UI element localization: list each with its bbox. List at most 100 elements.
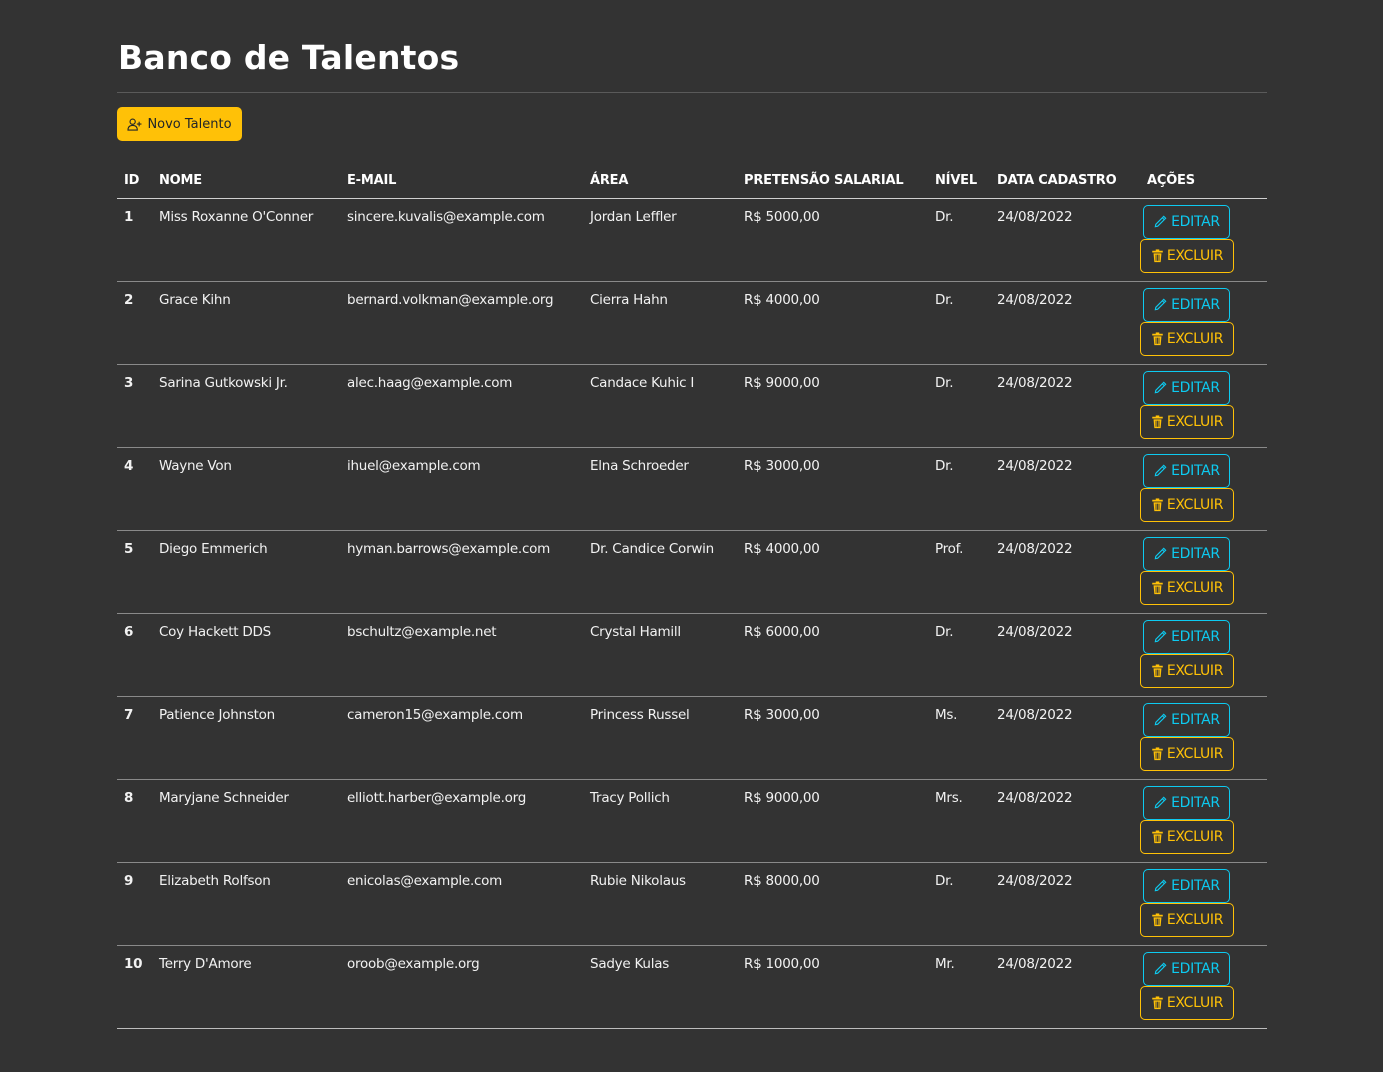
pencil-icon <box>1153 795 1168 810</box>
edit-button[interactable]: EDITAR <box>1143 619 1230 654</box>
header-salario: PRETENSÃO SALARIAL <box>737 163 928 199</box>
pencil-icon <box>1153 629 1168 644</box>
delete-button-label: EXCLUIR <box>1166 662 1224 679</box>
delete-button[interactable]: EXCLUIR <box>1140 487 1234 522</box>
delete-button[interactable]: EXCLUIR <box>1140 736 1234 771</box>
delete-button[interactable]: EXCLUIR <box>1140 238 1234 273</box>
cell-salario: R$ 1000,00 <box>737 945 928 1029</box>
delete-button-label: EXCLUIR <box>1166 911 1224 928</box>
talents-table: ID NOME E-MAIL ÁREA PRETENSÃO SALARIAL NÍVEL D… <box>117 163 1267 1029</box>
trash-icon <box>1151 995 1164 1010</box>
cell-data: 24/08/2022 <box>990 696 1140 780</box>
table-row: 6 Coy Hackett DDS bschultz@example.net Crys… <box>117 613 1267 697</box>
edit-button[interactable]: EDITAR <box>1143 204 1230 239</box>
table-row: 5 Diego Emmerich hyman.barrows@example.com… <box>117 530 1267 614</box>
edit-button[interactable]: EDITAR <box>1143 287 1230 322</box>
cell-area: Crystal Hamill <box>583 613 737 697</box>
cell-email: bernard.volkman@example.org <box>340 281 583 365</box>
edit-button[interactable]: EDITAR <box>1143 370 1230 405</box>
delete-button-label: EXCLUIR <box>1166 330 1224 347</box>
cell-email: oroob@example.org <box>340 945 583 1029</box>
cell-area: Tracy Pollich <box>583 779 737 863</box>
edit-button-label: EDITAR <box>1171 545 1220 562</box>
edit-button[interactable]: EDITAR <box>1143 951 1230 986</box>
trash-icon <box>1151 746 1164 761</box>
cell-actions: EDITAR EXCLUIR <box>1140 945 1267 1029</box>
delete-button-label: EXCLUIR <box>1166 579 1224 596</box>
cell-nivel: Dr. <box>928 281 990 365</box>
delete-button-label: EXCLUIR <box>1166 745 1224 762</box>
table-row: 1 Miss Roxanne O'Conner sincere.kuvalis@ex… <box>117 198 1267 282</box>
cell-actions: EDITAR EXCLUIR <box>1140 530 1267 614</box>
cell-id: 6 <box>117 613 152 697</box>
delete-button[interactable]: EXCLUIR <box>1140 404 1234 439</box>
cell-email: enicolas@example.com <box>340 862 583 946</box>
edit-button[interactable]: EDITAR <box>1143 536 1230 571</box>
cell-salario: R$ 4000,00 <box>737 281 928 365</box>
cell-area: Dr. Candice Corwin <box>583 530 737 614</box>
cell-salario: R$ 6000,00 <box>737 613 928 697</box>
edit-button-label: EDITAR <box>1171 960 1220 977</box>
cell-nome: Terry D'Amore <box>152 945 340 1029</box>
cell-nivel: Prof. <box>928 530 990 614</box>
cell-actions: EDITAR EXCLUIR <box>1140 613 1267 697</box>
pencil-icon <box>1153 878 1168 893</box>
trash-icon <box>1151 497 1164 512</box>
delete-button-label: EXCLUIR <box>1166 413 1224 430</box>
delete-button[interactable]: EXCLUIR <box>1140 653 1234 688</box>
edit-button[interactable]: EDITAR <box>1143 785 1230 820</box>
cell-email: elliott.harber@example.org <box>340 779 583 863</box>
cell-area: Jordan Leffler <box>583 198 737 282</box>
edit-button-label: EDITAR <box>1171 462 1220 479</box>
delete-button[interactable]: EXCLUIR <box>1140 321 1234 356</box>
edit-button-label: EDITAR <box>1171 794 1220 811</box>
cell-actions: EDITAR EXCLUIR <box>1140 198 1267 282</box>
table-row: 10 Terry D'Amore oroob@example.org Sadye Ku… <box>117 945 1267 1029</box>
cell-salario: R$ 8000,00 <box>737 862 928 946</box>
cell-salario: R$ 9000,00 <box>737 779 928 863</box>
header-area: ÁREA <box>583 163 737 199</box>
cell-data: 24/08/2022 <box>990 613 1140 697</box>
delete-button[interactable]: EXCLUIR <box>1140 570 1234 605</box>
table-row: 8 Maryjane Schneider elliott.harber@exampl… <box>117 779 1267 863</box>
new-talent-button-label: Novo Talento <box>147 116 232 132</box>
header-nivel: NÍVEL <box>928 163 990 199</box>
trash-icon <box>1151 331 1164 346</box>
cell-nome: Sarina Gutkowski Jr. <box>152 364 340 448</box>
cell-area: Elna Schroeder <box>583 447 737 531</box>
delete-button-label: EXCLUIR <box>1166 496 1224 513</box>
cell-nome: Maryjane Schneider <box>152 779 340 863</box>
cell-email: hyman.barrows@example.com <box>340 530 583 614</box>
cell-area: Candace Kuhic I <box>583 364 737 448</box>
cell-nivel: Mrs. <box>928 779 990 863</box>
pencil-icon <box>1153 961 1168 976</box>
pencil-icon <box>1153 297 1168 312</box>
cell-id: 4 <box>117 447 152 531</box>
trash-icon <box>1151 248 1164 263</box>
edit-button[interactable]: EDITAR <box>1143 702 1230 737</box>
delete-button[interactable]: EXCLUIR <box>1140 819 1234 854</box>
edit-button[interactable]: EDITAR <box>1143 453 1230 488</box>
cell-nome: Diego Emmerich <box>152 530 340 614</box>
delete-button-label: EXCLUIR <box>1166 994 1224 1011</box>
cell-email: alec.haag@example.com <box>340 364 583 448</box>
cell-id: 9 <box>117 862 152 946</box>
cell-nome: Patience Johnston <box>152 696 340 780</box>
cell-email: cameron15@example.com <box>340 696 583 780</box>
cell-id: 3 <box>117 364 152 448</box>
cell-salario: R$ 3000,00 <box>737 696 928 780</box>
edit-button-label: EDITAR <box>1171 628 1220 645</box>
cell-nome: Coy Hackett DDS <box>152 613 340 697</box>
delete-button[interactable]: EXCLUIR <box>1140 985 1234 1020</box>
table-row: 2 Grace Kihn bernard.volkman@example.org Ci… <box>117 281 1267 365</box>
new-talent-button[interactable]: Novo Talento <box>117 107 242 141</box>
cell-nivel: Dr. <box>928 447 990 531</box>
cell-data: 24/08/2022 <box>990 945 1140 1029</box>
cell-id: 7 <box>117 696 152 780</box>
table-row: 4 Wayne Von ihuel@example.com Elna Schroede… <box>117 447 1267 531</box>
delete-button[interactable]: EXCLUIR <box>1140 902 1234 937</box>
edit-button[interactable]: EDITAR <box>1143 868 1230 903</box>
cell-nome: Wayne Von <box>152 447 340 531</box>
person-plus-icon <box>127 118 142 131</box>
cell-area: Cierra Hahn <box>583 281 737 365</box>
